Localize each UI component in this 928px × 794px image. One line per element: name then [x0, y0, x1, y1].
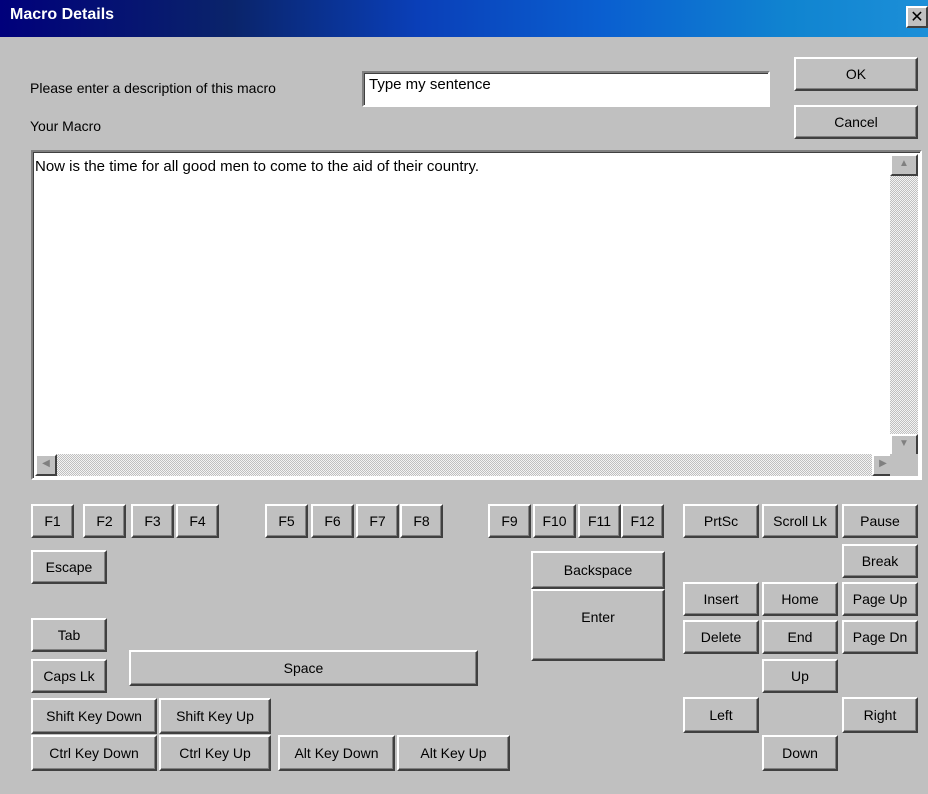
- pause-button[interactable]: Pause: [842, 504, 918, 538]
- up-button[interactable]: Up: [762, 659, 838, 693]
- macro-text: Now is the time for all good men to come…: [35, 158, 480, 175]
- shift-key-down-button[interactable]: Shift Key Down: [31, 698, 157, 734]
- left-button[interactable]: Left: [683, 697, 759, 733]
- f12-button[interactable]: F12: [621, 504, 664, 538]
- home-button[interactable]: Home: [762, 582, 838, 616]
- description-input[interactable]: Type my sentence: [362, 71, 770, 107]
- scroll-down-icon[interactable]: ▼: [890, 434, 918, 456]
- macro-textarea[interactable]: Now is the time for all good men to come…: [31, 150, 922, 480]
- f8-button[interactable]: F8: [400, 504, 443, 538]
- title-bar: Macro Details ✕: [0, 0, 928, 37]
- shift-key-up-button[interactable]: Shift Key Up: [159, 698, 271, 734]
- description-label: Please enter a description of this macro: [30, 80, 276, 96]
- f9-button[interactable]: F9: [488, 504, 531, 538]
- horizontal-scrollbar[interactable]: ◀ ▶: [35, 454, 894, 476]
- your-macro-label: Your Macro: [30, 118, 102, 134]
- f10-button[interactable]: F10: [533, 504, 576, 538]
- right-button[interactable]: Right: [842, 697, 918, 733]
- scroll-up-icon[interactable]: ▲: [890, 154, 918, 176]
- f5-button[interactable]: F5: [265, 504, 308, 538]
- window-title: Macro Details: [10, 6, 115, 23]
- scrollbar-corner: [890, 454, 918, 476]
- page-down-button[interactable]: Page Dn: [842, 620, 918, 654]
- f6-button[interactable]: F6: [311, 504, 354, 538]
- vertical-scrollbar[interactable]: ▲ ▼: [890, 154, 918, 456]
- f2-button[interactable]: F2: [83, 504, 126, 538]
- close-icon[interactable]: ✕: [906, 6, 928, 28]
- ok-button[interactable]: OK: [794, 57, 918, 91]
- page-up-button[interactable]: Page Up: [842, 582, 918, 616]
- ctrl-key-down-button[interactable]: Ctrl Key Down: [31, 735, 157, 771]
- prtsc-button[interactable]: PrtSc: [683, 504, 759, 538]
- insert-button[interactable]: Insert: [683, 582, 759, 616]
- scroll-lock-button[interactable]: Scroll Lk: [762, 504, 838, 538]
- f7-button[interactable]: F7: [356, 504, 399, 538]
- alt-key-down-button[interactable]: Alt Key Down: [278, 735, 395, 771]
- break-button[interactable]: Break: [842, 544, 918, 578]
- f3-button[interactable]: F3: [131, 504, 174, 538]
- end-button[interactable]: End: [762, 620, 838, 654]
- escape-button[interactable]: Escape: [31, 550, 107, 584]
- cancel-button[interactable]: Cancel: [794, 105, 918, 139]
- f11-button[interactable]: F11: [578, 504, 621, 538]
- space-button[interactable]: Space: [129, 650, 478, 686]
- ctrl-key-up-button[interactable]: Ctrl Key Up: [159, 735, 271, 771]
- enter-button[interactable]: Enter: [531, 589, 665, 661]
- backspace-button[interactable]: Backspace: [531, 551, 665, 589]
- tab-button[interactable]: Tab: [31, 618, 107, 652]
- caps-lock-button[interactable]: Caps Lk: [31, 659, 107, 693]
- f1-button[interactable]: F1: [31, 504, 74, 538]
- delete-button[interactable]: Delete: [683, 620, 759, 654]
- alt-key-up-button[interactable]: Alt Key Up: [397, 735, 510, 771]
- down-button[interactable]: Down: [762, 735, 838, 771]
- scroll-left-icon[interactable]: ◀: [35, 454, 57, 476]
- f4-button[interactable]: F4: [176, 504, 219, 538]
